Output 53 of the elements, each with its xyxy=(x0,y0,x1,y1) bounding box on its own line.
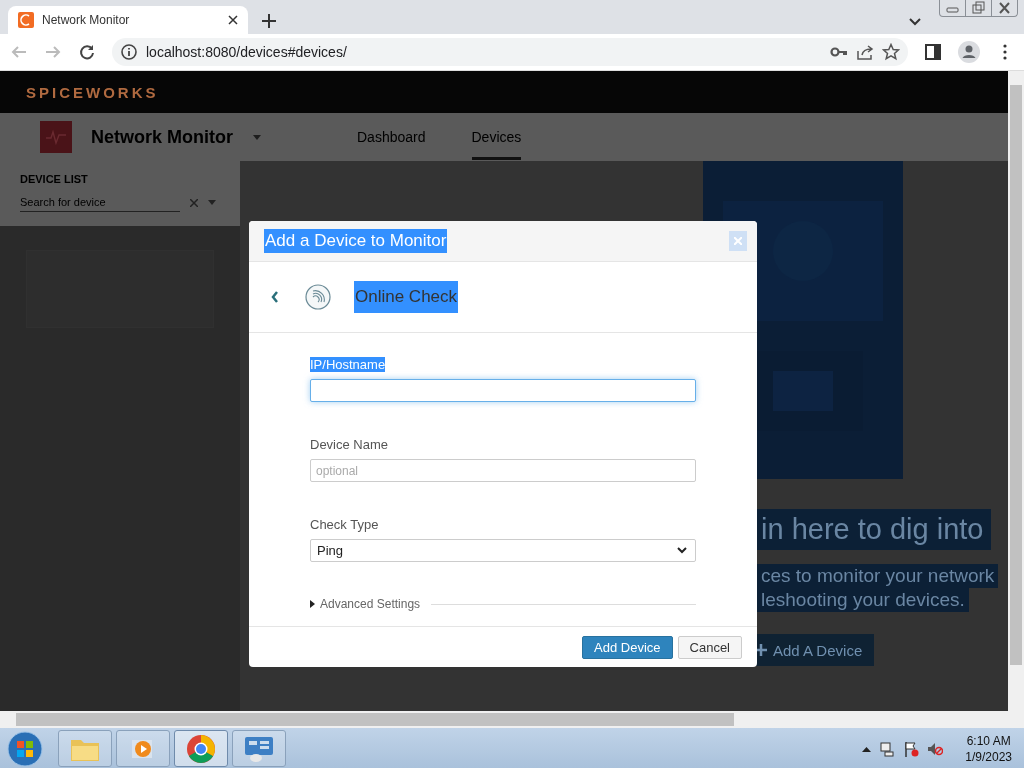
caret-icon[interactable] xyxy=(253,134,261,140)
star-icon[interactable] xyxy=(882,43,900,61)
clock-date[interactable]: 1/9/2023 xyxy=(965,749,1012,764)
chevron-down-icon[interactable] xyxy=(909,18,921,26)
back-button[interactable] xyxy=(271,291,279,303)
chevron-up-icon[interactable] xyxy=(862,745,872,752)
control-panel-icon xyxy=(243,734,275,763)
cancel-button[interactable]: Cancel xyxy=(677,635,742,659)
share-icon[interactable] xyxy=(856,43,874,61)
horizontal-scrollbar[interactable] xyxy=(0,711,1024,728)
section-heading: DEVICE LIST xyxy=(20,173,89,185)
caret-icon[interactable] xyxy=(208,200,216,205)
check-type-select[interactable]: Ping xyxy=(310,539,696,562)
url-text[interactable]: localhost:8080/devices#devices/ xyxy=(146,44,347,60)
field-label: IP/Hostname xyxy=(310,357,386,372)
add-device-button[interactable]: Add Device xyxy=(582,635,673,659)
input-field[interactable]: optional xyxy=(310,459,696,482)
pulse-logo-icon xyxy=(40,121,72,153)
hero-heading: in here to dig into xyxy=(757,509,992,550)
plus-icon xyxy=(755,644,767,656)
brand-logo: SPICEWORKS xyxy=(26,83,159,101)
new-tab-icon[interactable] xyxy=(262,14,276,28)
info-icon[interactable] xyxy=(120,43,138,61)
chrome-icon xyxy=(186,733,216,764)
input-field[interactable] xyxy=(310,379,696,402)
browser-tab[interactable]: Network Monitor xyxy=(8,6,248,34)
clear-icon[interactable] xyxy=(190,198,198,207)
chevron-down-icon xyxy=(677,547,687,554)
close-icon xyxy=(734,237,742,245)
clock-time[interactable]: 6:10 AM xyxy=(966,733,1011,748)
advanced-settings-toggle[interactable]: Advanced Settings xyxy=(310,597,421,611)
flag-icon[interactable] xyxy=(903,740,920,757)
dialog-title: Add a Device to Monitor xyxy=(264,229,448,253)
step-title: Online Check xyxy=(354,281,459,313)
close-icon[interactable] xyxy=(228,15,238,25)
start-button[interactable] xyxy=(6,729,44,768)
field-label: Device Name xyxy=(310,437,389,452)
side-panel-icon[interactable] xyxy=(924,43,942,61)
profile-icon[interactable] xyxy=(958,41,980,63)
signal-icon xyxy=(305,284,331,310)
network-icon[interactable] xyxy=(879,740,896,757)
field-label: Check Type xyxy=(310,517,379,532)
back-chevron-icon xyxy=(271,291,279,303)
hero-text: leshooting your devices. xyxy=(757,588,969,612)
hero-text: ces to monitor your network xyxy=(757,564,999,588)
search-field[interactable]: Search for device xyxy=(20,193,180,212)
vertical-scrollbar[interactable] xyxy=(1008,71,1024,711)
app-title: Network Monitor xyxy=(91,126,233,148)
triangle-right-icon xyxy=(310,600,315,608)
spiral-logo-icon xyxy=(18,12,34,28)
reload-icon[interactable] xyxy=(78,43,96,61)
taskbar-button[interactable] xyxy=(232,730,286,767)
taskbar-button[interactable] xyxy=(174,730,228,767)
